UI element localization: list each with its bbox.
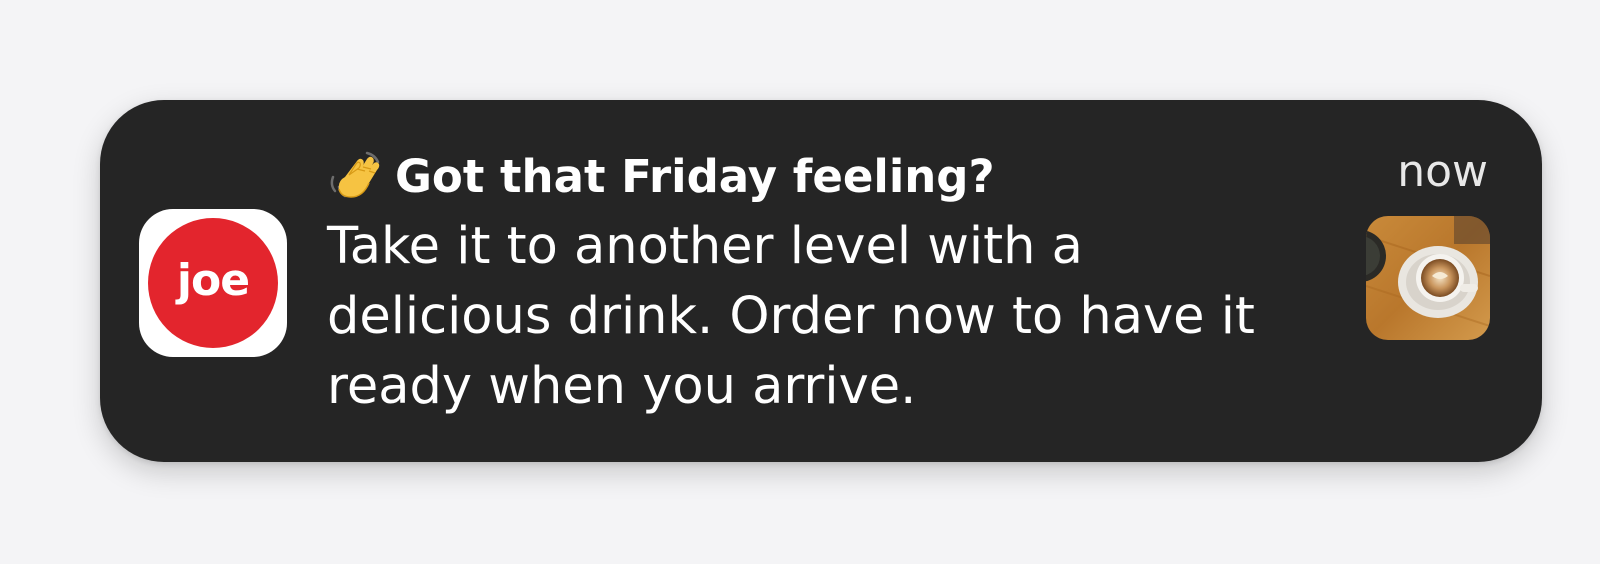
- notification-title: Got that Friday feeling?: [395, 149, 995, 203]
- push-notification[interactable]: joe Got that Friday feeling? Take it to …: [100, 100, 1542, 462]
- app-icon-badge: joe: [148, 218, 278, 348]
- app-logo-text: joe: [176, 254, 250, 306]
- waving-hand-icon: [327, 147, 385, 205]
- notification-title-row: Got that Friday feeling?: [327, 144, 1327, 208]
- notification-timestamp: now: [1397, 146, 1488, 197]
- notification-body: Take it to another level with a deliciou…: [327, 217, 1255, 416]
- joe-app-icon: joe: [139, 209, 287, 357]
- notification-content: Got that Friday feeling? Take it to anot…: [327, 144, 1327, 422]
- coffee-latte-image: [1366, 216, 1490, 340]
